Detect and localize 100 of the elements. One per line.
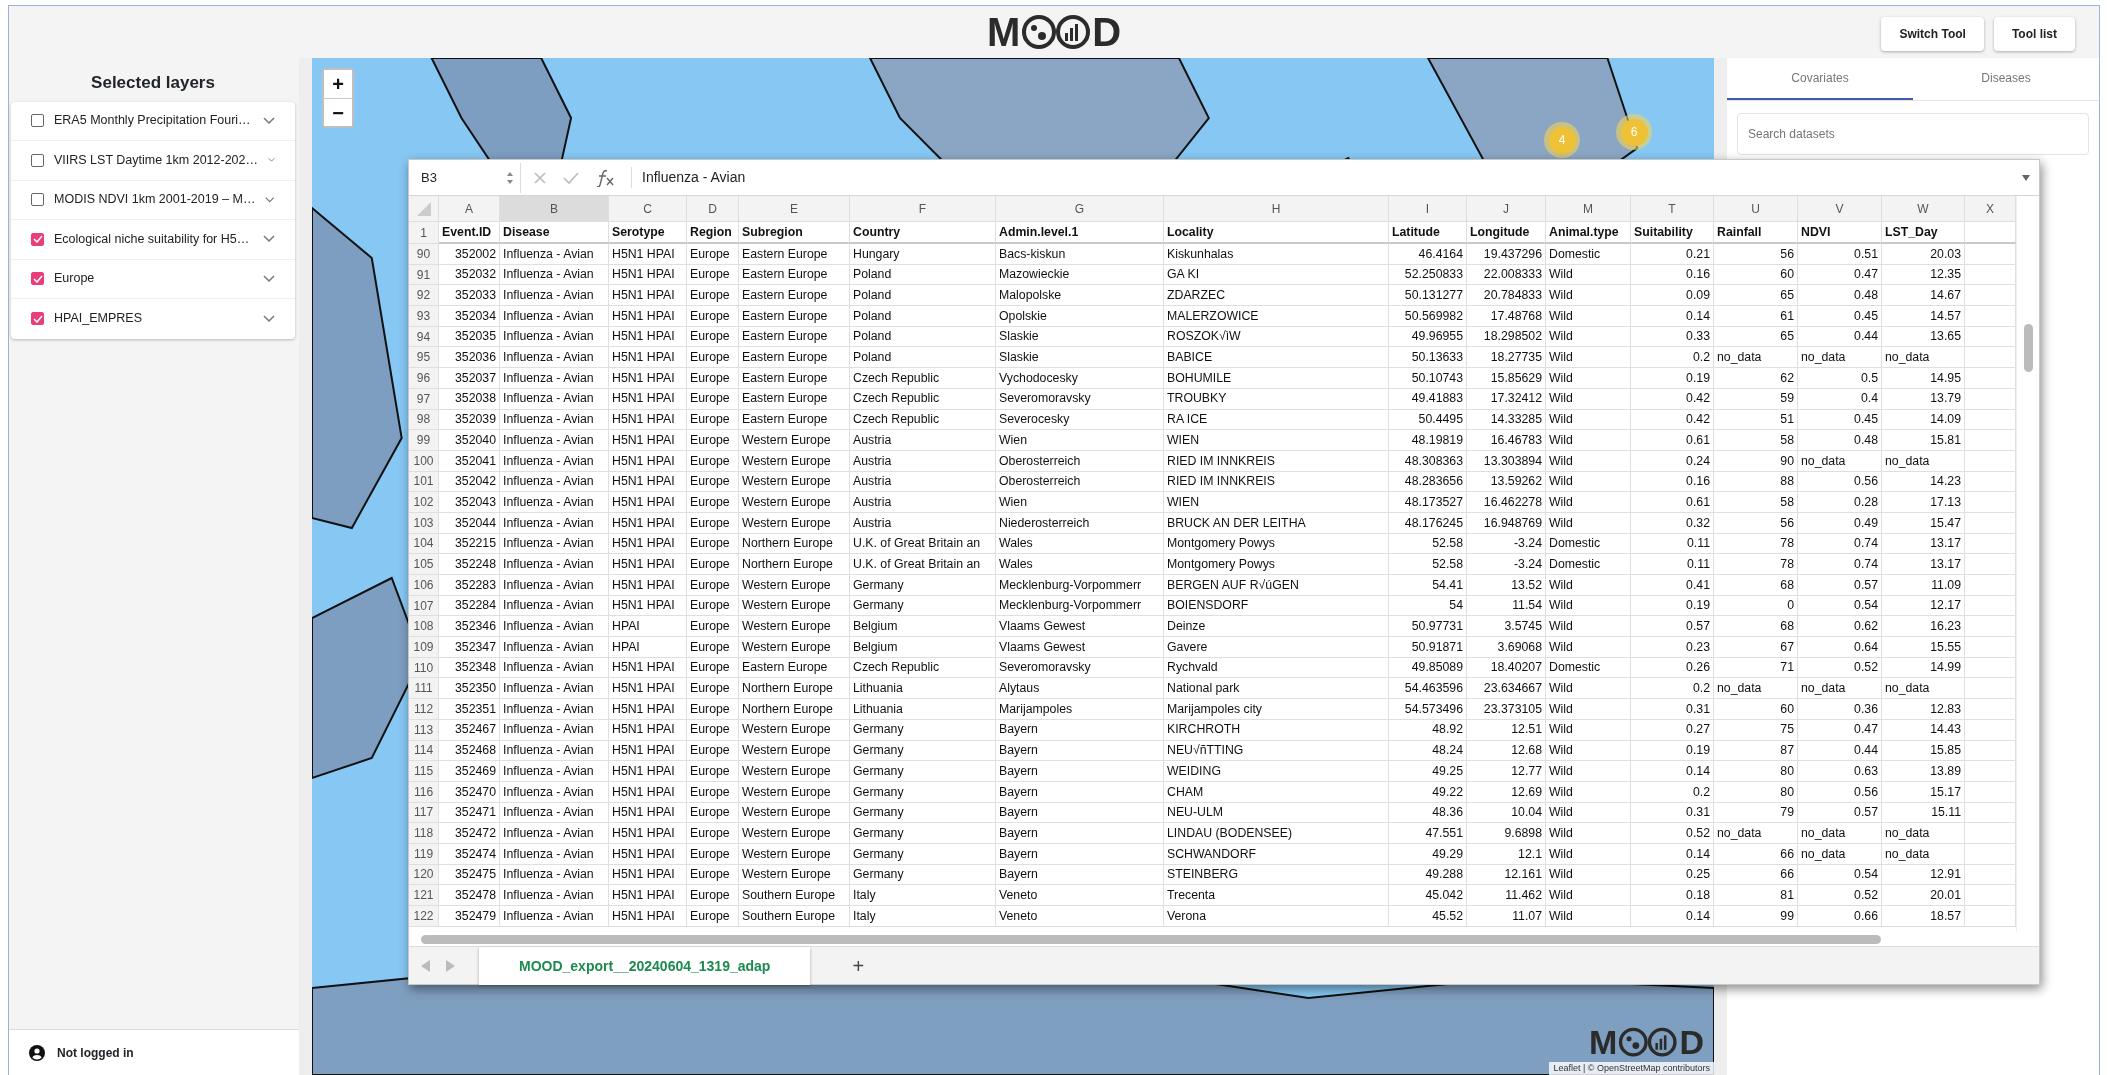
checkbox[interactable] [31,272,44,286]
table-cell: Bayern [996,864,1164,886]
chevron-icon[interactable] [263,235,275,244]
row-number[interactable]: 109 [409,637,439,658]
column-header[interactable]: V [1798,196,1882,222]
chevron-icon[interactable] [263,274,275,283]
function-icon[interactable] [595,168,615,187]
row-number[interactable]: 102 [409,492,439,513]
row-number[interactable]: 114 [409,740,439,762]
add-sheet-button[interactable]: + [838,947,879,985]
table-cell: Eastern Europe [739,368,850,389]
table-cell: Europe [687,306,739,327]
table-cell: H5N1 HPAI [609,409,687,431]
row-number[interactable]: 120 [409,864,439,886]
row-number[interactable]: 98 [409,409,439,431]
checkbox[interactable] [31,114,44,128]
row-number[interactable]: 93 [409,306,439,327]
table-cell: Europe [687,347,739,369]
column-header[interactable]: W [1882,196,1965,222]
table-cell: 3.69068 [1467,637,1546,658]
table-cell: Malopolske [996,285,1164,307]
row-number[interactable]: 111 [409,678,439,700]
row-number[interactable]: 95 [409,347,439,369]
scrollbar-thumb[interactable] [2024,324,2033,372]
table-cell: Western Europe [739,802,850,824]
table-cell: Influenza - Avian [500,864,609,886]
column-header[interactable]: C [609,196,687,222]
column-header[interactable]: J [1467,196,1546,222]
chevron-icon[interactable] [263,116,275,125]
name-box[interactable]: B3 [411,162,521,193]
tool-button[interactable]: Switch Tool [1881,17,1984,51]
column-header[interactable]: T [1631,196,1714,222]
row-number[interactable]: 113 [409,719,439,741]
table-cell: Western Europe [739,430,850,451]
dropdown-icon[interactable] [2021,173,2031,182]
table-cell: 0.49 [1798,512,1882,534]
table-cell: Domestic [1546,657,1631,679]
chevron-icon[interactable] [263,314,275,323]
row-number[interactable]: 112 [409,699,439,720]
table-cell: Severomoravsky [996,388,1164,410]
table-cell: 352346 [439,616,500,638]
row-number[interactable]: 1 [409,222,439,244]
column-header[interactable]: X [1965,196,2016,222]
row-number[interactable]: 94 [409,326,439,348]
row-number[interactable]: 106 [409,575,439,596]
row-number[interactable]: 104 [409,533,439,555]
zoom-out-button[interactable]: − [324,98,352,126]
row-number[interactable]: 116 [409,781,439,803]
chevron-icon[interactable] [268,156,275,165]
column-header[interactable]: G [996,196,1164,222]
sheet-tab[interactable]: MOOD_export__20240604_1319_adap [479,947,811,985]
row-number[interactable]: 110 [409,657,439,679]
chevron-icon[interactable] [265,195,275,204]
table-cell: Wild [1546,616,1631,638]
empty-cell [1965,430,2016,451]
row-number[interactable]: 103 [409,512,439,534]
table-cell: Europe [687,471,739,493]
row-number[interactable]: 92 [409,285,439,307]
row-number[interactable]: 101 [409,471,439,493]
formula-field[interactable]: Influenza - Avian [631,167,2013,188]
row-number[interactable]: 90 [409,244,439,265]
search-field[interactable]: Search datasets [1737,113,2089,155]
row-number[interactable]: 122 [409,906,439,927]
row-number[interactable]: 108 [409,616,439,638]
tool-button[interactable]: Tool list [1993,17,2075,51]
table-cell: Europe [687,409,739,431]
column-header[interactable]: E [739,196,850,222]
table-cell: 99 [1714,906,1798,927]
table-cell: 0.31 [1631,699,1714,720]
checkbox[interactable] [31,153,44,167]
row-number[interactable]: 117 [409,802,439,824]
row-number[interactable]: 115 [409,761,439,782]
table-cell: Germany [850,823,996,844]
column-header[interactable]: B [500,196,609,222]
row-number[interactable]: 121 [409,885,439,906]
column-header[interactable]: F [850,196,996,222]
check-icon[interactable] [563,170,579,185]
column-header[interactable]: U [1714,196,1798,222]
table-cell: Slaskie [996,326,1164,348]
row-number[interactable]: 118 [409,823,439,844]
row-number[interactable]: 96 [409,368,439,389]
checkbox[interactable] [31,193,44,207]
checkbox[interactable] [31,312,44,326]
checkbox[interactable] [31,232,44,246]
scrollbar-thumb[interactable] [421,935,1881,944]
row-number[interactable]: 99 [409,430,439,451]
table-cell: 13.17 [1882,554,1965,575]
row-number[interactable]: 107 [409,595,439,617]
row-number[interactable]: 119 [409,843,439,865]
row-number[interactable]: 97 [409,388,439,410]
column-header[interactable]: M [1546,196,1631,222]
column-header[interactable]: I [1389,196,1467,222]
column-header[interactable]: D [687,196,739,222]
row-number[interactable]: 100 [409,450,439,472]
empty-cell [1965,368,2016,389]
column-header[interactable]: H [1164,196,1389,222]
table-cell: 0.19 [1631,368,1714,389]
row-number[interactable]: 105 [409,554,439,575]
column-header[interactable]: A [439,196,500,222]
row-number[interactable]: 91 [409,264,439,286]
